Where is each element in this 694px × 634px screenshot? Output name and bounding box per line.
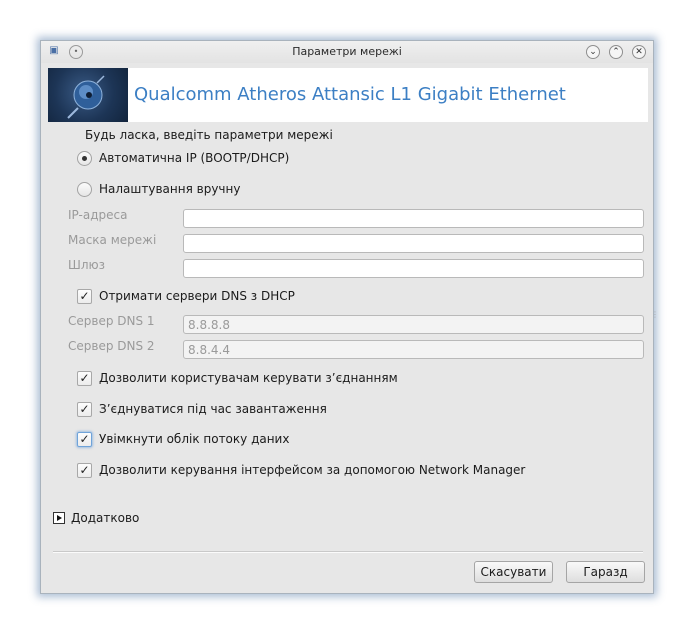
- window-title: Параметри мережі: [292, 45, 402, 58]
- gateway-field[interactable]: [183, 259, 644, 278]
- network-manager-checkbox[interactable]: ✓ Дозволити керування інтерфейсом за доп…: [77, 460, 525, 480]
- radio-auto-ip[interactable]: Автоматична IP (BOOTP/DHCP): [77, 148, 289, 168]
- header-banner: Qualcomm Atheros Attansic L1 Gigabit Eth…: [48, 68, 648, 122]
- dns2-field[interactable]: [183, 340, 644, 359]
- cancel-button[interactable]: Скасувати: [474, 561, 553, 583]
- minimize-icon[interactable]: ⌄: [586, 45, 600, 59]
- check-icon[interactable]: ✓: [77, 370, 92, 386]
- radio-manual[interactable]: Налаштування вручну: [77, 179, 240, 199]
- connect-on-boot-checkbox[interactable]: ✓ З’єднуватися під час завантаження: [77, 399, 327, 419]
- dns1-field[interactable]: [183, 315, 644, 334]
- check-icon[interactable]: ✓: [77, 288, 92, 304]
- dns-from-dhcp-label[interactable]: Отримати сервери DNS з DHCP: [99, 289, 295, 303]
- separator: [53, 551, 643, 553]
- close-icon[interactable]: ✕: [632, 45, 646, 59]
- check-icon[interactable]: ✓: [77, 401, 92, 417]
- radio-auto-ip-indicator[interactable]: [77, 150, 92, 166]
- ok-button[interactable]: Гаразд: [566, 561, 645, 583]
- check-icon[interactable]: ✓: [77, 462, 92, 478]
- network-settings-window: ▣ • Параметри мережі ⌄ ⌃ ✕ Qualcomm Athe…: [40, 40, 659, 594]
- dns2-label: Сервер DNS 2: [68, 339, 155, 353]
- prompt-text: Будь ласка, введіть параметри мережі: [85, 128, 333, 142]
- dns1-label: Сервер DNS 1: [68, 314, 155, 328]
- network-logo-icon: [48, 68, 128, 122]
- allow-users-checkbox[interactable]: ✓ Дозволити користувачам керувати з’єдна…: [77, 368, 398, 388]
- advanced-expander[interactable]: Додатково: [53, 511, 139, 525]
- adapter-title: Qualcomm Atheros Attansic L1 Gigabit Eth…: [134, 84, 566, 105]
- ip-address-field[interactable]: [183, 209, 644, 228]
- gateway-label: Шлюз: [68, 258, 105, 272]
- radio-manual-label[interactable]: Налаштування вручну: [99, 182, 240, 196]
- ip-address-label: IP-адреса: [68, 208, 128, 222]
- traffic-accounting-checkbox[interactable]: ✓ Увімкнути облік потоку даних: [77, 429, 289, 449]
- dns-from-dhcp-checkbox[interactable]: ✓ Отримати сервери DNS з DHCP: [77, 286, 295, 306]
- network-manager-label[interactable]: Дозволити керування інтерфейсом за допом…: [99, 463, 525, 477]
- connect-on-boot-label[interactable]: З’єднуватися під час завантаження: [99, 402, 327, 416]
- traffic-accounting-label[interactable]: Увімкнути облік потоку даних: [99, 432, 289, 446]
- netmask-field[interactable]: [183, 234, 644, 253]
- check-icon[interactable]: ✓: [77, 431, 92, 447]
- maximize-icon[interactable]: ⌃: [609, 45, 623, 59]
- allow-users-label[interactable]: Дозволити користувачам керувати з’єднанн…: [99, 371, 398, 385]
- radio-auto-ip-label[interactable]: Автоматична IP (BOOTP/DHCP): [99, 151, 289, 165]
- radio-manual-indicator[interactable]: [77, 181, 92, 197]
- advanced-label[interactable]: Додатково: [71, 511, 139, 525]
- title-bar[interactable]: ▣ • Параметри мережі ⌄ ⌃ ✕: [41, 41, 653, 63]
- expand-arrow-icon[interactable]: [53, 512, 65, 524]
- netmask-label: Маска мережі: [68, 233, 157, 247]
- resize-grip-icon[interactable]: ⋮: [651, 311, 659, 319]
